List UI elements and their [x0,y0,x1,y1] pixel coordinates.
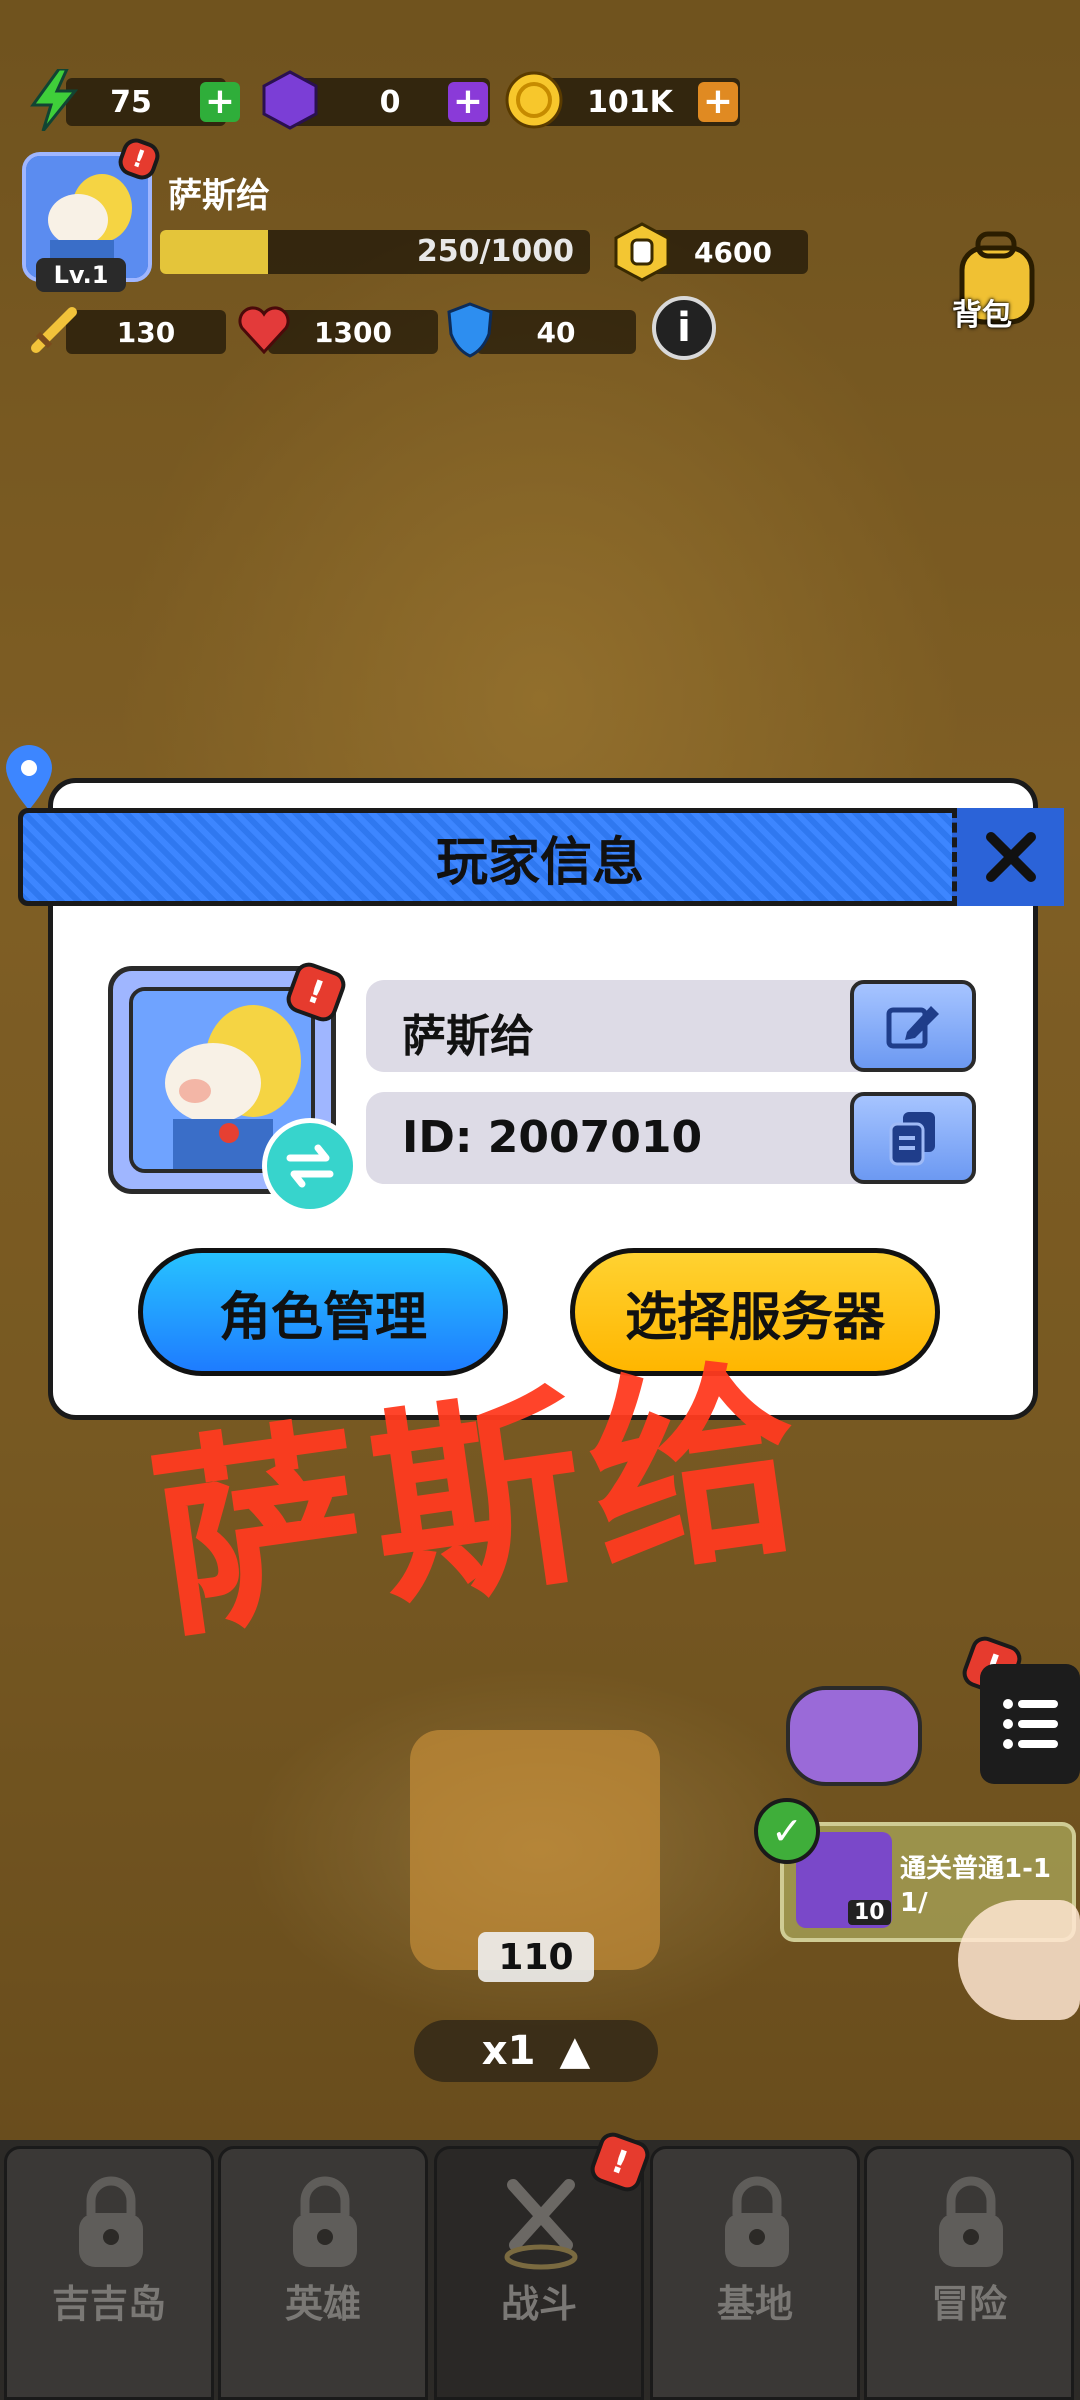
player-level: Lv.1 [36,258,126,292]
chest-count: 110 [478,1932,594,1982]
xp-bar: 250/1000 [160,230,590,274]
name-value: 萨斯给 [402,1011,534,1062]
pointer-hand-icon [958,1900,1080,2020]
arrow-up-icon: ▲ [559,2028,591,2074]
xp-bar-fill [160,230,268,274]
lock-icon [293,2176,357,2267]
defense-counter: 40 [476,310,636,354]
dialog-title: 玩家信息 [435,833,644,893]
speed-toggle-button[interactable]: x1 ▲ [414,2020,658,2082]
gamepad-icon[interactable] [786,1686,922,1786]
edit-name-button[interactable] [850,980,976,1072]
nav-label: 基地 [716,2282,793,2326]
power-value: 4600 [694,235,772,269]
lock-icon [939,2176,1003,2267]
lock-icon [79,2176,143,2267]
list-icon [1003,1699,1058,1749]
close-button[interactable] [952,808,1064,906]
nav-item-base[interactable]: 基地 [650,2146,860,2400]
nav-label: 战斗 [500,2282,577,2326]
edit-icon [886,1006,939,1049]
shield-icon [440,300,500,360]
attack-value: 130 [116,315,176,349]
crossed-swords-icon [504,2179,578,2270]
add-energy-button[interactable]: + [200,82,240,122]
menu-button[interactable] [980,1664,1080,1784]
heart-icon [234,300,294,360]
swap-icon [286,1144,334,1188]
quest-progress: 1/ [900,1888,928,1918]
nav-item-heroes[interactable]: 英雄 [218,2146,428,2400]
info-button[interactable]: i [652,296,716,360]
close-icon [985,832,1036,882]
sword-icon [24,300,84,360]
nav-label: 英雄 [284,2282,361,2326]
nav-item-island[interactable]: 吉吉岛 [4,2146,214,2400]
fist-icon [612,222,672,282]
copy-id-button[interactable] [850,1092,976,1184]
energy-value: 75 [110,84,152,120]
id-field: ID: 2007010 [366,1092,976,1184]
speed-label: x1 [481,2028,536,2074]
nav-label: 吉吉岛 [51,2282,166,2326]
health-value: 1300 [314,315,392,349]
nav-label: 冒险 [930,2282,1007,2326]
defense-value: 40 [536,315,576,349]
coin-icon [504,70,564,130]
lock-icon [725,2176,789,2267]
add-gems-button[interactable]: + [448,82,488,122]
name-field: 萨斯给 [366,980,976,1072]
id-value: ID: 2007010 [402,1112,703,1163]
lightning-icon [24,69,84,131]
add-coins-button[interactable]: + [698,82,738,122]
copy-icon [889,1112,935,1166]
backpack-label: 背包 [952,298,1012,333]
nav-item-adventure[interactable]: 冒险 [864,2146,1074,2400]
gem-value: 0 [379,84,401,120]
coin-value: 101K [587,84,673,120]
info-icon: i [677,305,691,351]
quest-gem-count: 10 [848,1900,891,1925]
check-icon: ✓ [754,1798,820,1864]
swap-avatar-button[interactable] [262,1118,358,1214]
attack-counter: 130 [66,310,226,354]
quest-text: 通关普通1-1 [900,1854,1051,1884]
gem-icon [260,70,320,130]
xp-text: 250/1000 [416,234,574,269]
player-name: 萨斯给 [168,176,270,216]
